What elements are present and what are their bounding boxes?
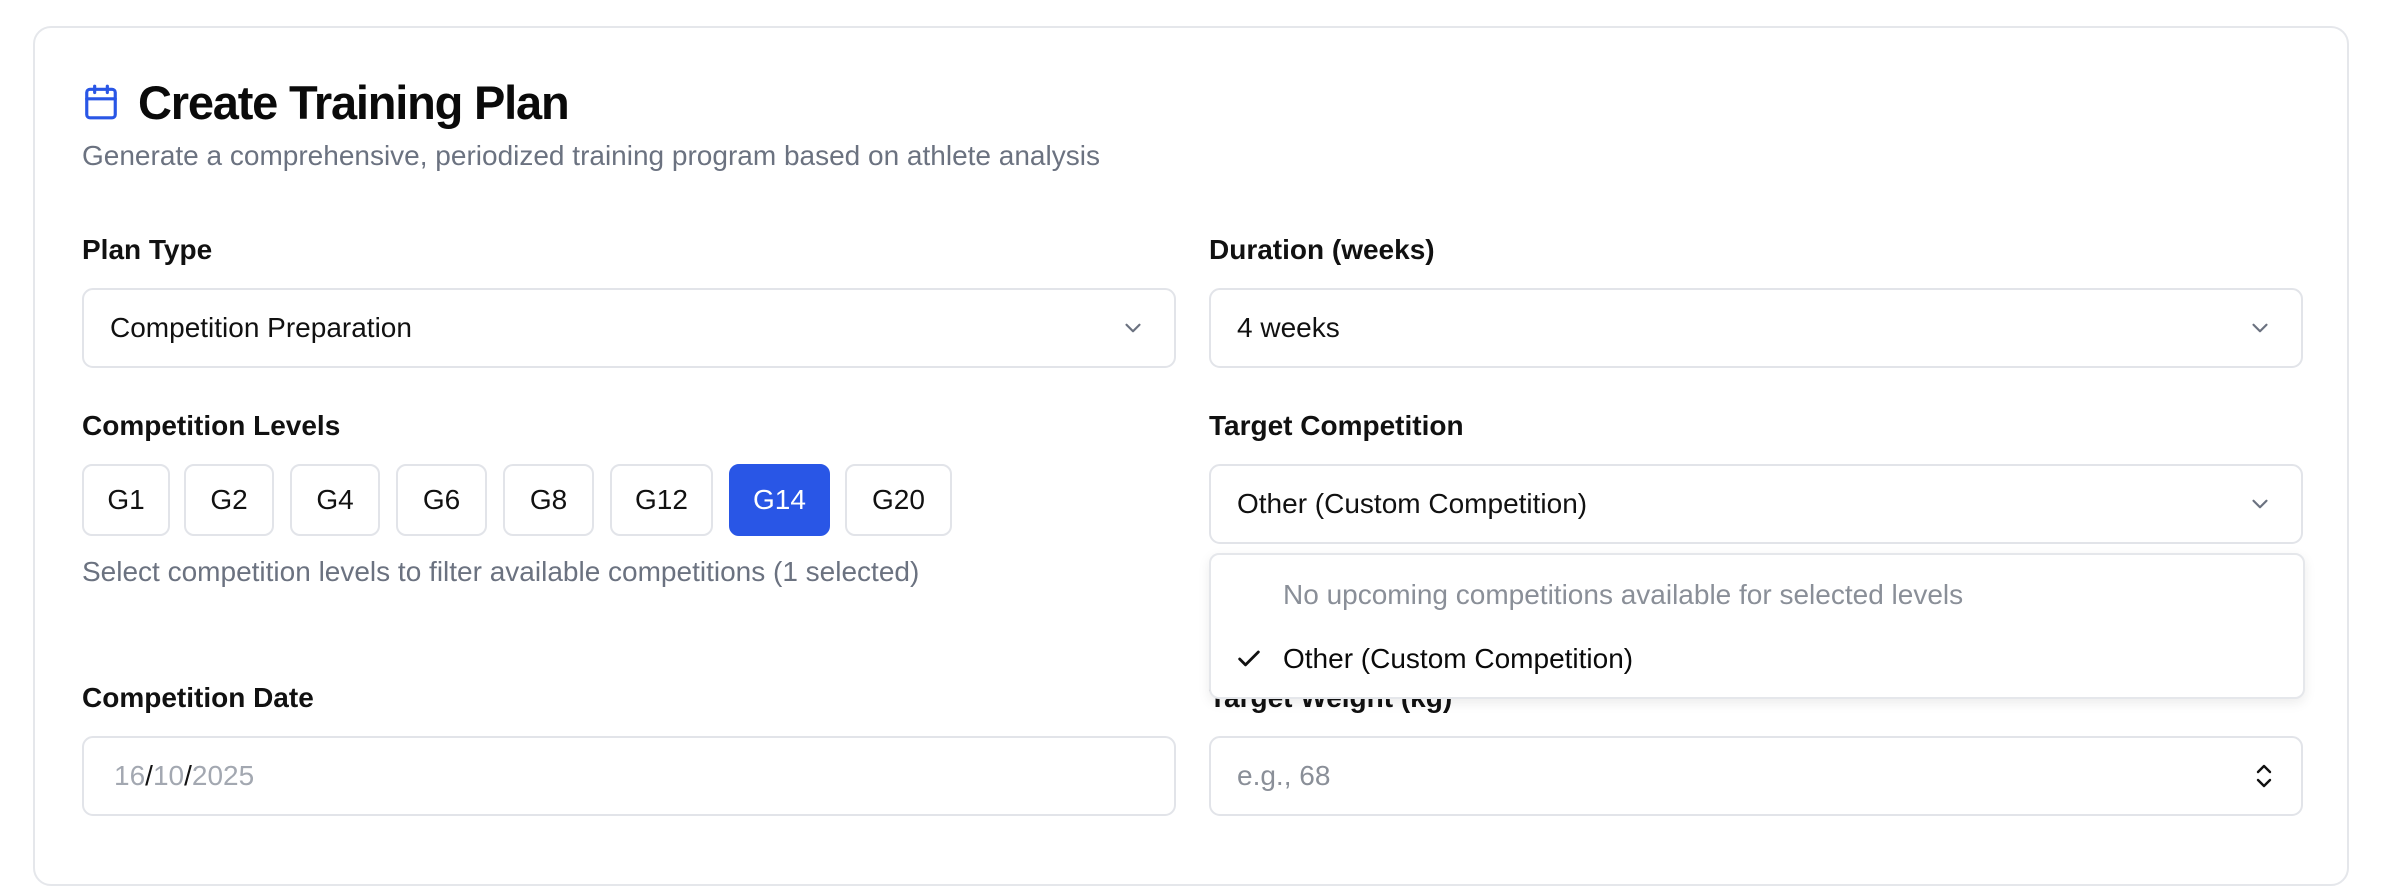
target-competition-select[interactable]: Other (Custom Competition) (1209, 464, 2303, 544)
target-competition-dropdown: No upcoming competitions available for s… (1209, 553, 2305, 699)
dropdown-empty-message: No upcoming competitions available for s… (1283, 579, 1964, 610)
header: Create Training Plan (82, 72, 570, 132)
duration-value: 4 weeks (1237, 312, 1340, 343)
level-button-g2[interactable]: G2 (184, 464, 274, 536)
date-separator: / (145, 760, 153, 791)
page-subtitle: Generate a comprehensive, periodized tra… (82, 140, 1100, 171)
target-competition-value: Other (Custom Competition) (1237, 488, 1588, 519)
dropdown-option-label: Other (Custom Competition) (1283, 643, 1634, 674)
target-weight-placeholder: e.g., 68 (1237, 760, 1331, 791)
plan-type-label: Plan Type (82, 234, 213, 265)
target-weight-input[interactable]: e.g., 68 (1209, 736, 2303, 816)
check-icon (1238, 650, 1260, 667)
level-button-g1[interactable]: G1 (82, 464, 170, 536)
competition-levels-hint: Select competition levels to filter avai… (82, 556, 920, 587)
level-button-g6[interactable]: G6 (396, 464, 487, 536)
plan-type-select[interactable]: Competition Preparation (82, 288, 1176, 368)
date-month[interactable]: 10 (153, 760, 184, 792)
date-separator: / (184, 760, 192, 791)
level-button-g8[interactable]: G8 (503, 464, 594, 536)
chevron-down-icon (1125, 323, 1141, 333)
duration-select[interactable]: 4 weeks (1209, 288, 2303, 368)
duration-label: Duration (weeks) (1209, 234, 1435, 265)
level-button-g14[interactable]: G14 (729, 464, 830, 536)
chevron-down-icon (2252, 323, 2268, 333)
competition-date-label: Competition Date (82, 682, 314, 713)
chevron-down-icon (2252, 499, 2268, 509)
target-competition-label: Target Competition (1209, 410, 1464, 441)
page-title: Create Training Plan (138, 75, 570, 129)
date-day[interactable]: 16 (114, 760, 145, 792)
competition-levels-label: Competition Levels (82, 410, 341, 441)
dropdown-option-other[interactable]: Other (Custom Competition) (1211, 629, 2303, 689)
level-button-g4[interactable]: G4 (290, 464, 380, 536)
competition-date-input[interactable]: 16/10/2025 (82, 736, 1176, 816)
number-spinner-icon[interactable] (2253, 758, 2275, 794)
level-button-g12[interactable]: G12 (610, 464, 713, 536)
calendar-icon (85, 84, 117, 120)
plan-type-value: Competition Preparation (110, 312, 412, 343)
level-button-g20[interactable]: G20 (845, 464, 952, 536)
date-year[interactable]: 2025 (192, 760, 254, 792)
